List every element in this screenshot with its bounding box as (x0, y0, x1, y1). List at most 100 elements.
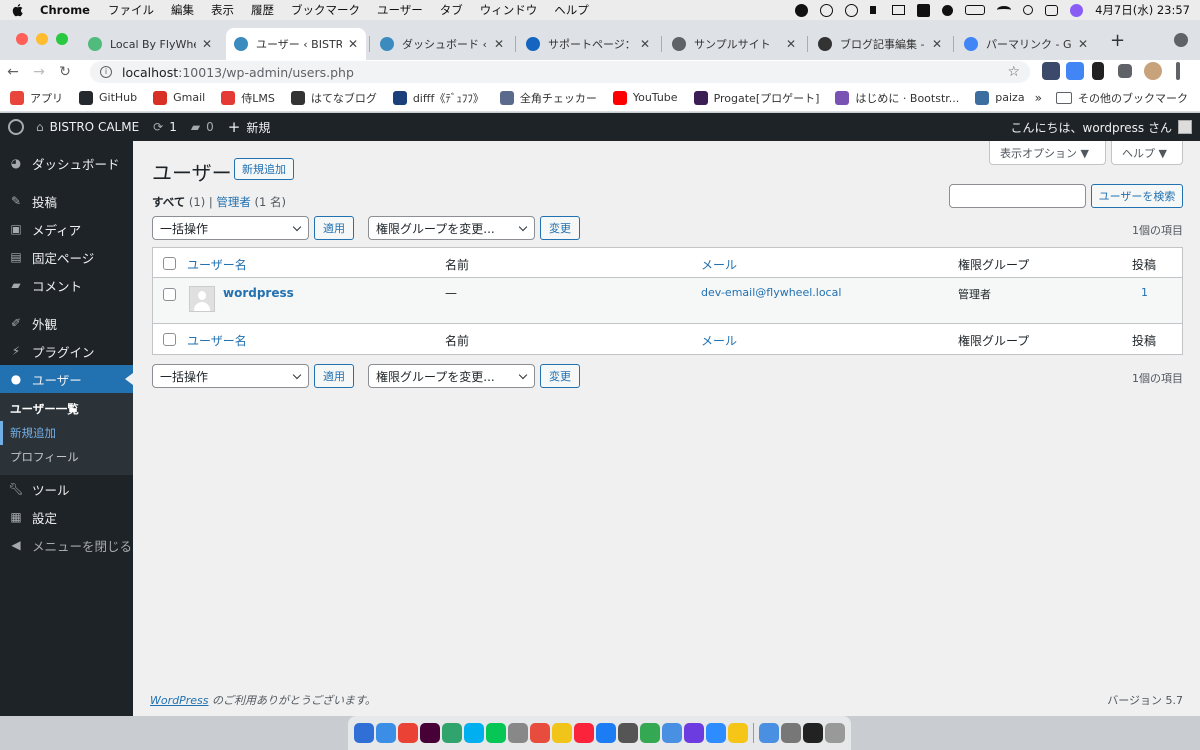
new-tab-button[interactable]: + (1110, 30, 1125, 51)
creative-cloud-icon[interactable] (820, 3, 834, 17)
menu-window[interactable]: ウィンドウ (480, 2, 538, 18)
wordpress-link[interactable]: WordPress (150, 694, 209, 707)
dock-app-icon[interactable] (508, 723, 528, 743)
menu-tab[interactable]: タブ (440, 2, 463, 18)
bookmark-item[interactable]: GitHub (79, 90, 137, 105)
tab-close-icon[interactable]: ✕ (640, 37, 650, 51)
submenu-add-new[interactable]: 新規追加 (0, 421, 133, 445)
column-email[interactable]: メール (701, 256, 737, 273)
dock-app-icon[interactable] (728, 723, 748, 743)
dock-app-icon[interactable] (530, 723, 550, 743)
bookmark-item[interactable]: difff《ﾃﾞｭﾌﾌ》 (392, 90, 484, 106)
submenu-profile[interactable]: プロフィール (0, 445, 133, 469)
change-button-bottom[interactable]: 変更 (540, 364, 580, 388)
apply-button-top[interactable]: 適用 (314, 216, 354, 240)
siri-icon[interactable] (1070, 3, 1084, 17)
sidebar-item-dashboard[interactable]: ◕ ダッシュボード (0, 149, 133, 177)
site-name-link[interactable]: ⌂ BISTRO CALME (36, 120, 139, 134)
select-all-checkbox-bottom[interactable] (163, 333, 176, 346)
tab-6[interactable]: ブログ記事編集 - はて ✕ (810, 28, 950, 60)
dock-app-icon[interactable] (486, 723, 506, 743)
dock-app-icon[interactable] (420, 723, 440, 743)
dock-app-icon[interactable] (552, 723, 572, 743)
clock[interactable]: 4月7日(水) 23:57 (1095, 2, 1190, 18)
search-users-button[interactable]: ユーザーを検索 (1091, 184, 1183, 208)
bookmark-item[interactable]: はじめに · Bootstr... (835, 90, 959, 106)
sidebar-item-settings[interactable]: ▦ 設定 (0, 503, 133, 531)
tab-3[interactable]: ダッシュボード ‹ BIS ✕ (372, 28, 512, 60)
user-email-link[interactable]: dev-email@flywheel.local (701, 286, 841, 299)
tab-close-icon[interactable]: ✕ (1078, 37, 1088, 51)
chrome-menu-icon[interactable] (1176, 62, 1180, 80)
tab-5[interactable]: サンプルサイト ✕ (664, 28, 804, 60)
sidebar-item-appearance[interactable]: ✐ 外観 (0, 309, 133, 337)
dock-app-icon[interactable] (398, 723, 418, 743)
filter-all[interactable]: すべて (152, 195, 185, 209)
dock-app-icon[interactable] (354, 723, 374, 743)
dock-app-icon[interactable] (618, 723, 638, 743)
dock-app-icon[interactable] (781, 723, 801, 743)
menu-file[interactable]: ファイル (108, 2, 154, 18)
bulk-action-select-top[interactable]: 一括操作 (152, 216, 309, 240)
dock-app-icon[interactable] (825, 723, 845, 743)
bookmark-item[interactable]: YouTube (612, 90, 678, 105)
dock-app-icon[interactable] (684, 723, 704, 743)
tab-close-icon[interactable]: ✕ (348, 37, 358, 51)
add-new-user-button[interactable]: 新規追加 (234, 158, 294, 180)
column-email[interactable]: メール (701, 332, 737, 349)
close-window-button[interactable] (16, 33, 28, 45)
bulk-action-select-bottom[interactable]: 一括操作 (152, 364, 309, 388)
extensions-puzzle-icon[interactable] (1118, 64, 1132, 78)
apply-button-bottom[interactable]: 適用 (314, 364, 354, 388)
other-bookmarks[interactable]: その他のブックマーク (1078, 90, 1188, 106)
row-checkbox[interactable] (163, 288, 176, 301)
new-content-link[interactable]: + 新規 (228, 118, 271, 136)
tab-7[interactable]: パーマリンク - Goog ✕ (956, 28, 1096, 60)
profile-avatar[interactable] (1144, 62, 1162, 80)
bookmark-item[interactable]: アプリ (10, 90, 63, 106)
bookmark-item[interactable]: はてなブログ (290, 90, 377, 106)
help-button[interactable]: ヘルプ ▼ (1111, 141, 1183, 165)
input-source-icon[interactable] (917, 3, 931, 17)
sidebar-item-posts[interactable]: ✎ 投稿 (0, 187, 133, 215)
change-role-select-top[interactable]: 権限グループを変更... (368, 216, 535, 240)
extension-translate-icon[interactable] (1066, 62, 1084, 80)
menu-view[interactable]: 表示 (211, 2, 234, 18)
dock-app-icon[interactable] (596, 723, 616, 743)
extension-pen-icon[interactable] (1042, 62, 1060, 80)
tab-close-icon[interactable]: ✕ (786, 37, 796, 51)
menu-people[interactable]: ユーザー (377, 2, 423, 18)
back-icon[interactable]: ← (0, 64, 26, 80)
dock-app-icon[interactable] (706, 723, 726, 743)
select-all-checkbox[interactable] (163, 257, 176, 270)
bookmark-item[interactable]: 侍LMS (221, 90, 275, 106)
bookmark-item[interactable]: Gmail (153, 90, 205, 105)
tab-4[interactable]: サポートページ：［ ✕ (518, 28, 658, 60)
column-username[interactable]: ユーザー名 (187, 256, 247, 273)
dock-app-icon[interactable] (376, 723, 396, 743)
moon-icon[interactable] (942, 4, 954, 16)
user-post-count-link[interactable]: 1 (1141, 286, 1148, 299)
bookmark-item[interactable]: 全角チェッカー (499, 90, 597, 106)
filter-administrator[interactable]: 管理者 (216, 195, 251, 209)
tab-search-icon[interactable] (1174, 33, 1188, 47)
apple-icon[interactable] (10, 2, 26, 18)
wifi-icon[interactable] (997, 6, 1012, 14)
forward-icon[interactable]: → (26, 64, 52, 80)
search-icon[interactable] (1023, 5, 1034, 15)
column-username[interactable]: ユーザー名 (187, 332, 247, 349)
menu-history[interactable]: 履歴 (251, 2, 274, 18)
updates-link[interactable]: ⟳ 1 (153, 120, 177, 134)
tab-close-icon[interactable]: ✕ (932, 37, 942, 51)
minimize-window-button[interactable] (36, 33, 48, 45)
screen-options-button[interactable]: 表示オプション ▼ (989, 141, 1106, 165)
control-center-icon[interactable] (1045, 4, 1059, 16)
battery-icon[interactable] (965, 5, 986, 15)
tab-1[interactable]: Local By FlyWheel ✕ (80, 28, 220, 60)
app-name[interactable]: Chrome (40, 3, 90, 17)
dock-app-icon[interactable] (464, 723, 484, 743)
bolt-icon[interactable] (795, 3, 809, 17)
sidebar-item-media[interactable]: ▣ メディア (0, 215, 133, 243)
sidebar-collapse-menu[interactable]: ◀ メニューを閉じる (0, 531, 133, 559)
site-info-icon[interactable]: i (100, 66, 112, 78)
